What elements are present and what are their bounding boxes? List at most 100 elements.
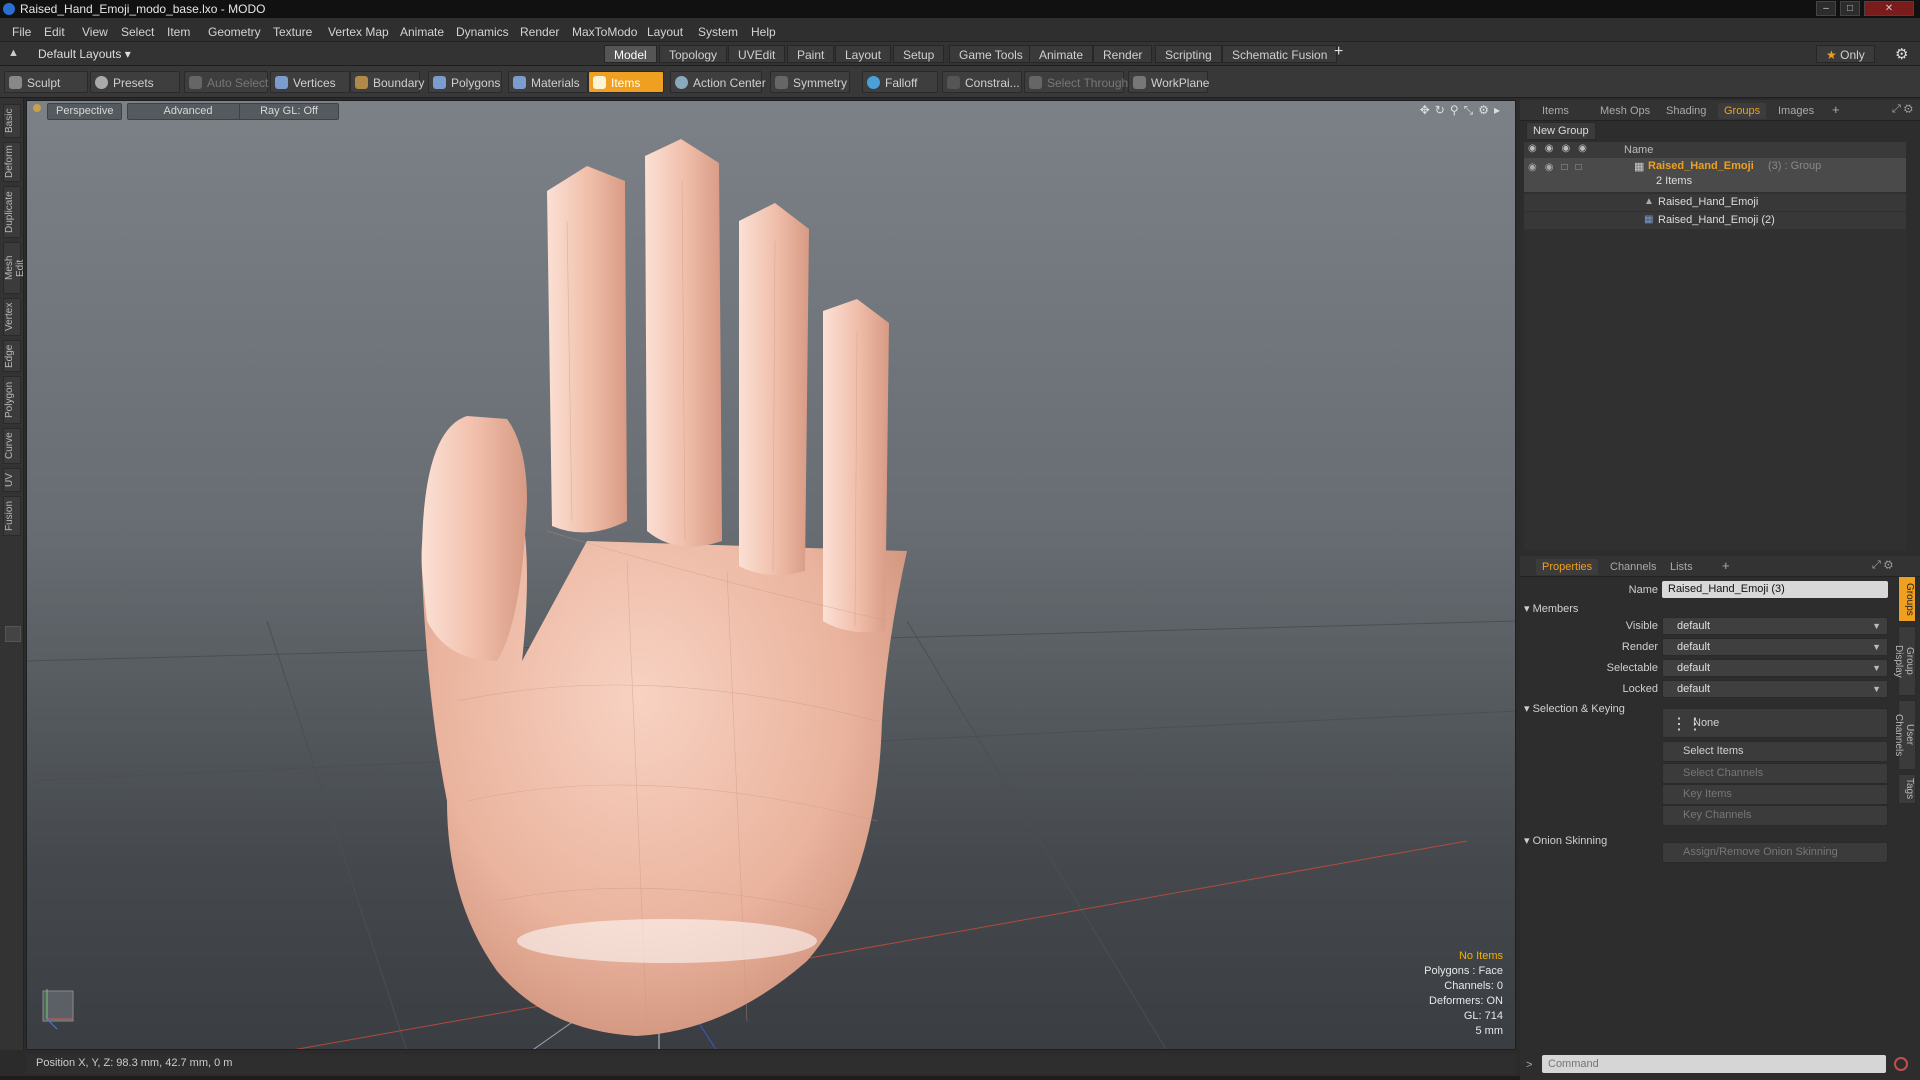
side-tab-user-channels[interactable]: User Channels: [1893, 700, 1916, 770]
menu-dynamics[interactable]: Dynamics: [456, 25, 509, 39]
tab-uvedit[interactable]: UVEdit: [728, 45, 786, 63]
tab-properties[interactable]: Properties: [1536, 559, 1599, 575]
minimize-button[interactable]: –: [1816, 1, 1836, 16]
tab-animate[interactable]: Animate: [1029, 45, 1094, 63]
tab-groups[interactable]: Groups: [1718, 103, 1767, 119]
gear-icon[interactable]: ⚙: [1895, 45, 1908, 63]
row-visibility-icons[interactable]: ◉◉□□: [1528, 162, 1590, 173]
command-input[interactable]: [1542, 1055, 1886, 1073]
add-tab-icon[interactable]: +: [1722, 558, 1730, 573]
polygons-button[interactable]: Polygons: [428, 71, 502, 93]
tab-uv[interactable]: UV: [3, 468, 21, 492]
menu-edit[interactable]: Edit: [44, 25, 65, 39]
tab-duplicate[interactable]: Duplicate: [3, 186, 21, 238]
selection-keying-header[interactable]: ▾ Selection & Keying: [1524, 702, 1625, 715]
items-button[interactable]: Items: [588, 71, 664, 93]
tab-channels[interactable]: Channels: [1604, 559, 1662, 575]
onion-skinning-button[interactable]: Assign/Remove Onion Skinning: [1662, 842, 1888, 863]
selectable-dropdown[interactable]: default ▼: [1662, 659, 1888, 677]
tab-scripting[interactable]: Scripting: [1155, 45, 1222, 63]
tab-game-tools[interactable]: Game Tools: [949, 45, 1033, 63]
tab-polygon[interactable]: Polygon: [3, 376, 21, 424]
tab-topology[interactable]: Topology: [659, 45, 728, 63]
tab-fusion[interactable]: Fusion: [3, 496, 21, 536]
menu-system[interactable]: System: [698, 25, 738, 39]
menu-item[interactable]: Item: [167, 25, 190, 39]
menu-file[interactable]: File: [12, 25, 31, 39]
menu-view[interactable]: View: [82, 25, 108, 39]
menu-render[interactable]: Render: [520, 25, 559, 39]
menu-help[interactable]: Help: [751, 25, 776, 39]
boundary-button[interactable]: Boundary: [350, 71, 424, 93]
tab-schematic-fusion[interactable]: Schematic Fusion: [1222, 45, 1338, 63]
vertices-button[interactable]: Vertices: [270, 71, 350, 93]
close-button[interactable]: ✕: [1864, 1, 1914, 16]
groups-tab-bar: Items Mesh Ops Shading Groups Images + ⤢…: [1520, 100, 1920, 121]
tab-mesh-edit[interactable]: Mesh Edit: [3, 242, 26, 294]
menu-geometry[interactable]: Geometry: [208, 25, 261, 39]
menu-animate[interactable]: Animate: [400, 25, 444, 39]
none-button[interactable]: ⋮⋮ None: [1662, 708, 1888, 738]
tab-render[interactable]: Render: [1093, 45, 1153, 63]
name-field[interactable]: Raised_Hand_Emoji (3): [1662, 581, 1888, 598]
side-tab-groups[interactable]: Groups: [1898, 576, 1916, 622]
side-tab-group-display[interactable]: Group Display: [1893, 626, 1916, 696]
add-tab-icon[interactable]: +: [1334, 43, 1343, 61]
tab-paint[interactable]: Paint: [787, 45, 835, 63]
tab-layout[interactable]: Layout: [835, 45, 892, 63]
tab-shading[interactable]: Shading: [1660, 103, 1712, 119]
menu-layout[interactable]: Layout: [647, 25, 683, 39]
key-channels-button[interactable]: Key Channels: [1662, 805, 1888, 826]
select-through-button[interactable]: Select Through: [1024, 71, 1128, 93]
tab-vertex[interactable]: Vertex: [3, 298, 21, 336]
visible-dropdown[interactable]: default ▼: [1662, 617, 1888, 635]
tab-model[interactable]: Model: [604, 45, 657, 63]
only-toggle[interactable]: ★ Only: [1816, 45, 1875, 63]
tab-deform[interactable]: Deform: [3, 142, 21, 182]
layout-menu-icon[interactable]: ▲: [8, 47, 19, 59]
menu-select[interactable]: Select: [121, 25, 154, 39]
action-center-button[interactable]: Action Center: [670, 71, 766, 93]
sculpt-button[interactable]: Sculpt: [4, 71, 88, 93]
tab-items[interactable]: Items: [1536, 103, 1575, 119]
menu-texture[interactable]: Texture: [273, 25, 312, 39]
constraints-button[interactable]: Constrai...: [942, 71, 1022, 93]
default-layouts-dropdown[interactable]: Default Layouts ▾: [38, 47, 131, 61]
scene-canvas: [27, 139, 1515, 1049]
onion-skinning-header[interactable]: ▾ Onion Skinning: [1524, 834, 1607, 847]
raised-hand-mesh[interactable]: [421, 139, 907, 1036]
symmetry-button[interactable]: Symmetry: [770, 71, 850, 93]
members-section-header[interactable]: ▾ Members: [1524, 602, 1578, 615]
presets-button[interactable]: Presets: [90, 71, 180, 93]
tab-mesh-ops[interactable]: Mesh Ops: [1594, 103, 1656, 119]
render-dropdown[interactable]: default ▼: [1662, 638, 1888, 656]
tab-basic[interactable]: Basic: [3, 104, 21, 138]
new-group-button[interactable]: New Group: [1526, 122, 1596, 140]
auto-select-button[interactable]: Auto Select: [184, 71, 268, 93]
group-row[interactable]: ◉◉□□ ▦ Raised_Hand_Emoji (3) : Group 2 I…: [1524, 158, 1906, 192]
panel-options-icon[interactable]: ⤢ ⚙: [1892, 103, 1913, 116]
workplane-button[interactable]: WorkPlane: [1128, 71, 1209, 93]
add-tab-icon[interactable]: +: [1832, 102, 1840, 117]
menu-vertex-map[interactable]: Vertex Map: [328, 25, 389, 39]
list-item[interactable]: ▦ Raised_Hand_Emoji (2): [1524, 212, 1906, 229]
list-item[interactable]: ▲ Raised_Hand_Emoji: [1524, 194, 1906, 211]
select-channels-button[interactable]: Select Channels: [1662, 763, 1888, 784]
record-icon[interactable]: [1894, 1057, 1908, 1071]
falloff-button[interactable]: Falloff: [862, 71, 938, 93]
maximize-button[interactable]: □: [1840, 1, 1860, 16]
tab-images[interactable]: Images: [1772, 103, 1820, 119]
select-items-button[interactable]: Select Items: [1662, 741, 1888, 762]
key-items-button[interactable]: Key Items: [1662, 784, 1888, 805]
tab-setup[interactable]: Setup: [893, 45, 945, 63]
tab-curve[interactable]: Curve: [3, 428, 21, 464]
panel-options-icon[interactable]: ⤢ ⚙: [1872, 559, 1893, 572]
tab-edge[interactable]: Edge: [3, 340, 21, 372]
menu-maxtomodo[interactable]: MaxToModo: [572, 25, 637, 39]
3d-viewport[interactable]: Perspective Advanced Ray GL: Off ✥↻⚲⤡⚙▸: [26, 100, 1516, 1050]
locked-dropdown[interactable]: default ▼: [1662, 680, 1888, 698]
tab-lists[interactable]: Lists: [1664, 559, 1699, 575]
expand-icon[interactable]: [5, 626, 21, 642]
side-tab-tags[interactable]: Tags: [1898, 774, 1916, 804]
materials-button[interactable]: Materials: [508, 71, 588, 93]
